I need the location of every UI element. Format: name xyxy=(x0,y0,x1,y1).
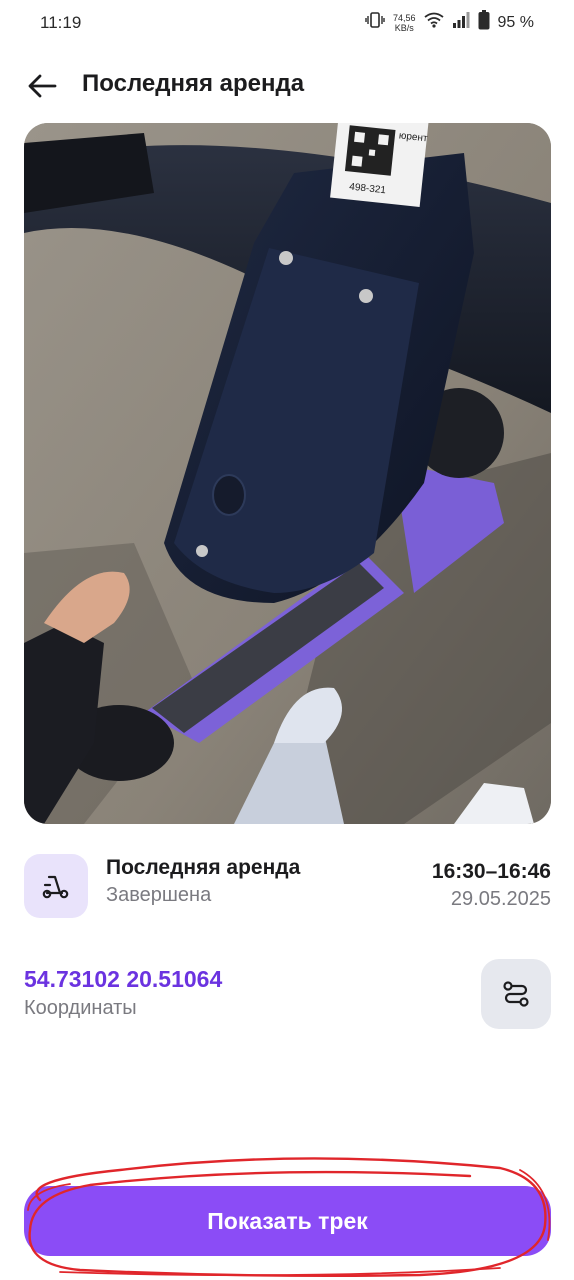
signal-icon xyxy=(452,12,470,33)
battery-icon xyxy=(478,10,490,35)
battery-percent: 95 % xyxy=(497,13,534,31)
scooter-icon xyxy=(42,875,69,899)
app-bar: Последняя аренда xyxy=(0,58,574,114)
net-speed-value: 74,56 xyxy=(393,12,416,23)
scooter-photo: юрент 498-321 xyxy=(24,123,551,824)
route-icon xyxy=(503,981,529,1007)
scooter-badge xyxy=(24,854,88,918)
wifi-icon xyxy=(423,12,444,33)
rental-info: Последняя аренда Завершена 16:30–16:46 2… xyxy=(24,854,551,918)
net-speed-unit: KB/s xyxy=(394,22,414,33)
coordinates-value[interactable]: 54.73102 20.51064 xyxy=(24,966,222,993)
show-track-container: Показать трек xyxy=(24,1186,551,1256)
rental-status: Завершена xyxy=(106,884,212,906)
page-title: Последняя аренда xyxy=(82,70,305,97)
vibrate-icon xyxy=(365,12,385,33)
status-time: 11:19 xyxy=(40,13,82,32)
status-bar: 11:19 74,56 KB/s 95 % xyxy=(0,0,574,48)
route-button[interactable] xyxy=(481,959,551,1029)
rental-date: 29.05.2025 xyxy=(450,888,551,910)
arrow-left-icon xyxy=(28,74,57,98)
rental-title: Последняя аренда xyxy=(106,856,301,879)
back-button[interactable] xyxy=(22,66,62,106)
net-speed: 74,56 KB/s xyxy=(393,13,416,33)
coordinates-label: Координаты xyxy=(24,997,137,1019)
show-track-button[interactable]: Показать трек xyxy=(24,1186,551,1256)
status-icons: 74,56 KB/s 95 % xyxy=(365,10,534,35)
rental-time-range: 16:30–16:46 xyxy=(431,860,551,883)
